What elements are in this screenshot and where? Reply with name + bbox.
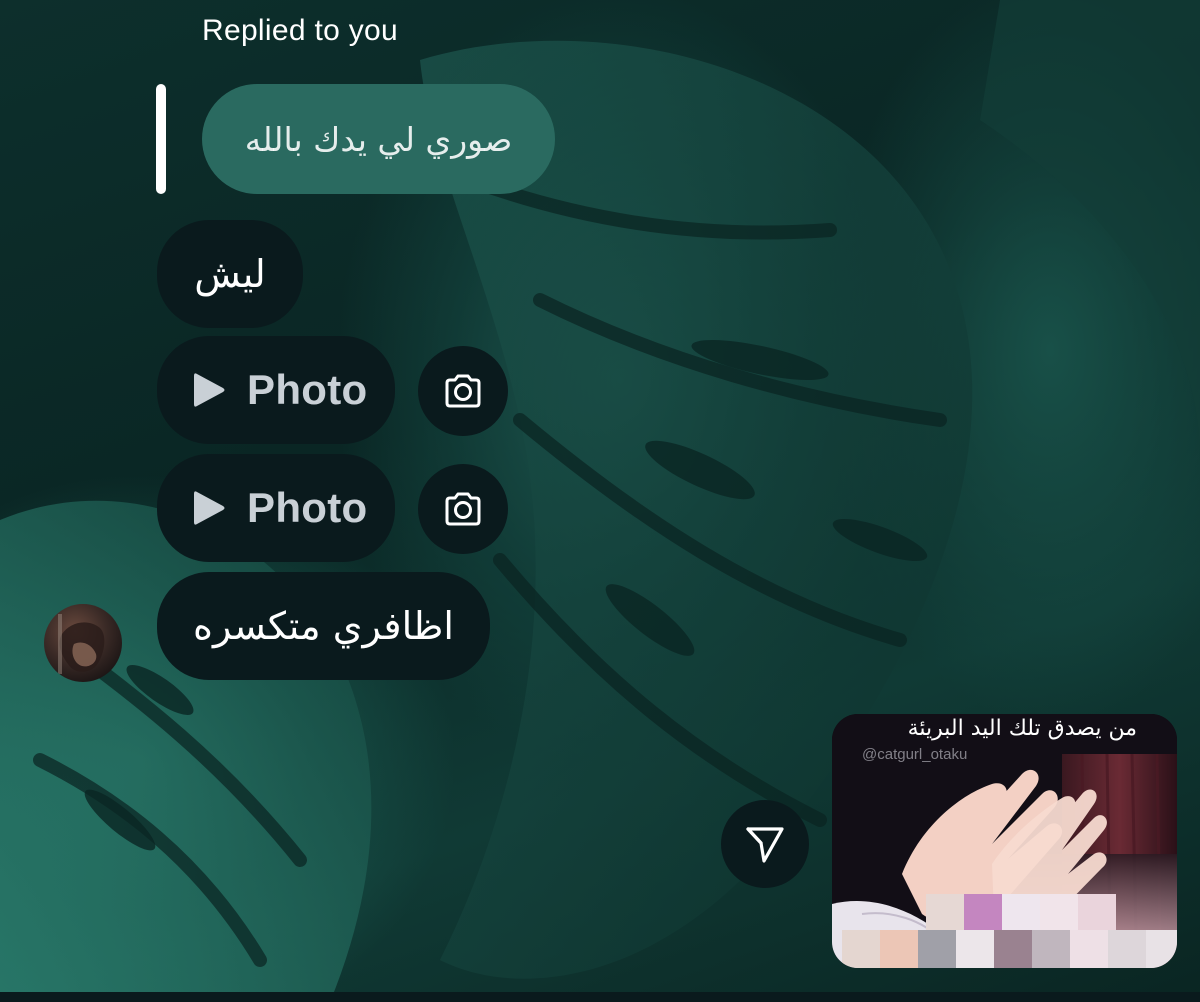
post-caption: من يصدق تلك اليد البريئة bbox=[907, 716, 1137, 741]
message-bubble[interactable]: ليش bbox=[157, 220, 303, 328]
pixelated-overlay bbox=[842, 892, 1177, 968]
replied-to-you-label: Replied to you bbox=[202, 14, 398, 47]
camera-icon bbox=[445, 374, 481, 408]
photo-label: Photo bbox=[247, 366, 368, 413]
share-button[interactable] bbox=[721, 800, 809, 888]
reply-indicator-bar bbox=[156, 84, 166, 194]
quoted-message-bubble[interactable]: صوري لي يدك بالله bbox=[202, 84, 555, 194]
play-icon bbox=[194, 491, 225, 525]
message-bubble[interactable]: اظافري متكسره bbox=[157, 572, 490, 680]
send-icon bbox=[746, 827, 784, 863]
play-icon bbox=[194, 373, 225, 407]
camera-reply-button[interactable] bbox=[418, 464, 508, 554]
shared-post-card[interactable]: من يصدق تلك اليد البريئة @catgurl_otaku bbox=[832, 714, 1177, 968]
bottom-edge bbox=[0, 992, 1200, 1002]
post-watermark-handle: @catgurl_otaku bbox=[862, 746, 968, 763]
camera-icon bbox=[445, 492, 481, 526]
sender-avatar[interactable] bbox=[44, 604, 122, 682]
photo-message-bubble[interactable]: Photo bbox=[157, 336, 395, 444]
photo-label: Photo bbox=[247, 484, 368, 531]
avatar-photo bbox=[58, 614, 105, 674]
photo-message-bubble[interactable]: Photo bbox=[157, 454, 395, 562]
camera-reply-button[interactable] bbox=[418, 346, 508, 436]
